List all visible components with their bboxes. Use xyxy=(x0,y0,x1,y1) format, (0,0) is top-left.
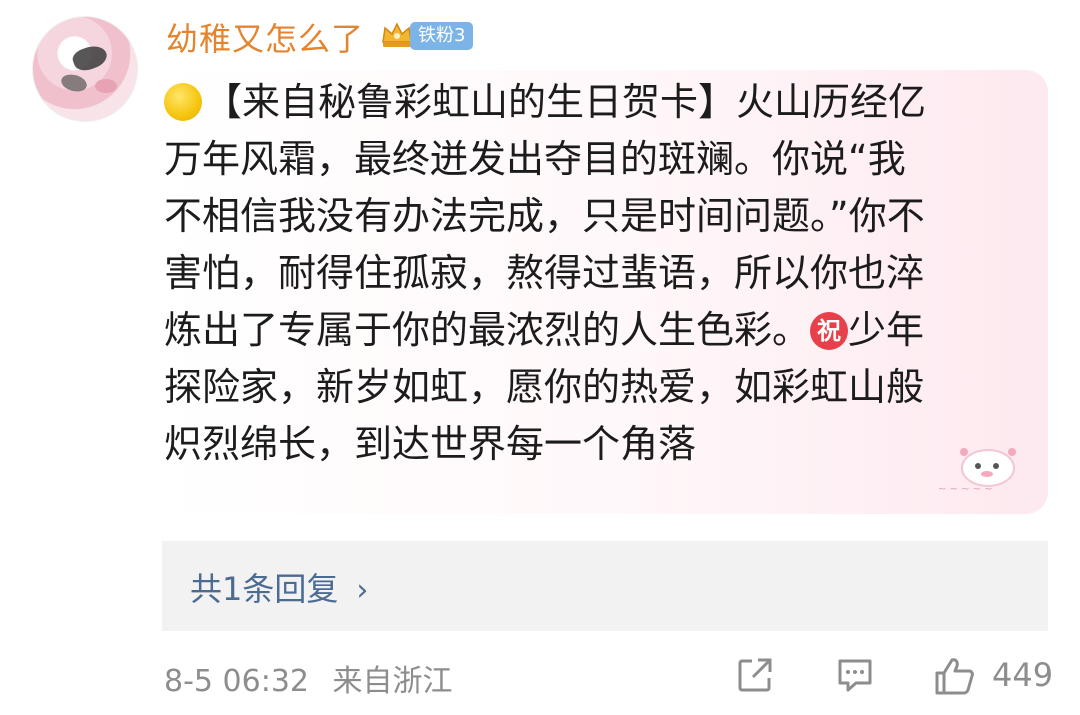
timestamp: 8-5 06:32 xyxy=(164,664,309,699)
comment-line: 炽烈绵长，到达世界每一个角落 xyxy=(164,422,697,466)
avatar-art xyxy=(59,71,89,95)
yellow-circle-emoji-icon xyxy=(164,83,202,121)
crown-icon xyxy=(382,22,412,47)
comment-meta: 8-5 06:32 来自浙江 xyxy=(164,656,453,700)
location: 来自浙江 xyxy=(332,664,453,699)
avatar[interactable] xyxy=(32,16,138,122)
comment-body: 【来自秘鲁彩虹山的生日贺卡】火山历经亿 万年风霜，最终迸发出夺目的斑斓。你说“我… xyxy=(164,74,1020,473)
fan-badge[interactable]: 铁粉3 xyxy=(410,22,474,50)
comment-line: 害怕，耐得住孤寂，熬得过蜚语，所以你也淬 xyxy=(164,251,925,295)
zhu-blessing-emoji-icon: 祝 xyxy=(810,312,849,350)
comment-line: 炼出了专属于你的最浓烈的人生色彩。祝少年 xyxy=(164,308,925,352)
like-count: 449 xyxy=(992,656,1054,694)
comment-line: 不相信我没有办法完成，只是时间问题。”你不 xyxy=(164,194,925,238)
like-icon[interactable] xyxy=(934,656,976,696)
comment-line: 探险家，新岁如虹，愿你的热爱，如彩虹山般 xyxy=(164,365,925,409)
avatar-art xyxy=(95,79,117,93)
avatar-art xyxy=(70,41,110,75)
comment-line: 【来自秘鲁彩虹山的生日贺卡】火山历经亿 xyxy=(164,74,1020,131)
share-icon[interactable] xyxy=(736,656,774,694)
svg-text:~ ~ ~ ~ ~: ~ ~ ~ ~ ~ xyxy=(938,484,993,495)
comment-icon[interactable] xyxy=(836,656,874,694)
username[interactable]: 幼稚又怎么了 xyxy=(166,14,364,60)
chevron-right-icon: › xyxy=(356,573,369,608)
comment-line: 万年风霜，最终迸发出夺目的斑斓。你说“我 xyxy=(164,137,906,181)
view-replies-link[interactable]: 共1条回复 › xyxy=(190,564,368,610)
